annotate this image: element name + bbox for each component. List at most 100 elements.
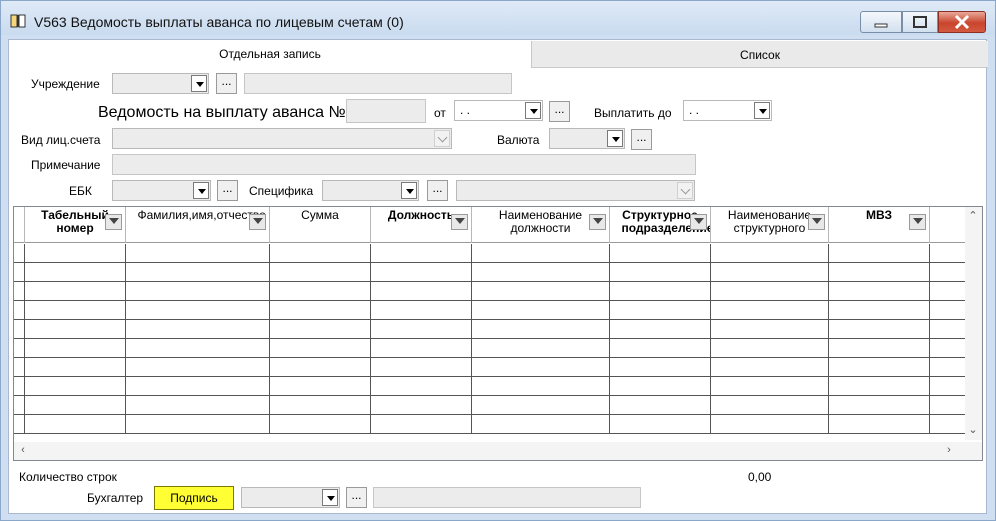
column-header[interactable]: Должность [371, 207, 472, 243]
table-cell[interactable] [270, 339, 371, 358]
table-cell[interactable] [829, 415, 930, 434]
from-date-combo[interactable]: . . [454, 100, 543, 121]
table-row[interactable] [14, 339, 966, 358]
table-cell[interactable] [711, 301, 829, 320]
row-selector[interactable] [14, 339, 25, 358]
table-row[interactable] [14, 320, 966, 339]
table-cell[interactable] [472, 282, 610, 301]
table-cell[interactable] [610, 282, 711, 301]
table-cell[interactable] [472, 415, 610, 434]
row-selector[interactable] [14, 320, 25, 339]
table-cell[interactable] [270, 358, 371, 377]
scroll-up-icon[interactable]: ⌃ [968, 211, 978, 222]
table-cell[interactable] [126, 339, 270, 358]
table-cell[interactable] [711, 415, 829, 434]
table-cell[interactable] [829, 377, 930, 396]
table-cell[interactable] [126, 320, 270, 339]
records-grid[interactable]: Табельный номер Фамилия,имя,отчество Сумма… [13, 206, 983, 461]
table-cell[interactable] [610, 377, 711, 396]
chevron-down-icon[interactable] [677, 182, 693, 199]
table-row[interactable] [14, 263, 966, 282]
ebk-combo[interactable] [112, 180, 211, 201]
table-cell[interactable] [472, 396, 610, 415]
table-cell[interactable] [270, 320, 371, 339]
row-selector[interactable] [14, 358, 25, 377]
table-cell[interactable] [371, 415, 472, 434]
note-field[interactable] [112, 154, 696, 175]
row-selector[interactable] [14, 415, 25, 434]
horizontal-scrollbar[interactable]: ‹ › [14, 442, 982, 460]
table-cell[interactable] [829, 244, 930, 263]
table-cell[interactable] [25, 282, 126, 301]
table-cell[interactable] [25, 396, 126, 415]
table-cell[interactable] [371, 377, 472, 396]
table-cell[interactable] [270, 396, 371, 415]
table-cell[interactable] [126, 244, 270, 263]
chevron-down-icon[interactable] [434, 130, 450, 147]
table-cell[interactable] [25, 415, 126, 434]
row-selector[interactable] [14, 244, 25, 263]
maximize-button[interactable] [902, 11, 938, 33]
table-cell[interactable] [711, 358, 829, 377]
currency-ellipsis-button[interactable]: ... [631, 129, 652, 150]
table-row[interactable] [14, 396, 966, 415]
spec-name-combo[interactable] [456, 180, 695, 201]
row-selector[interactable] [14, 377, 25, 396]
accountant-combo[interactable] [241, 487, 340, 508]
table-cell[interactable] [829, 339, 930, 358]
table-cell[interactable] [25, 244, 126, 263]
table-cell[interactable] [270, 415, 371, 434]
ebk-ellipsis-button[interactable]: ... [217, 180, 238, 201]
account-type-combo[interactable] [112, 128, 452, 149]
table-cell[interactable] [472, 339, 610, 358]
table-cell[interactable] [610, 301, 711, 320]
table-cell[interactable] [610, 244, 711, 263]
table-cell[interactable] [610, 339, 711, 358]
pay-until-date-combo[interactable]: . . [683, 100, 772, 121]
column-header[interactable]: Фамилия,имя,отчество [126, 207, 270, 243]
table-cell[interactable] [472, 263, 610, 282]
table-cell[interactable] [711, 377, 829, 396]
table-cell[interactable] [711, 320, 829, 339]
chevron-down-icon[interactable] [401, 182, 417, 199]
table-cell[interactable] [126, 263, 270, 282]
table-cell[interactable] [270, 301, 371, 320]
sign-button[interactable]: Подпись [154, 486, 234, 510]
institution-ellipsis-button[interactable]: ... [216, 73, 237, 94]
table-cell[interactable] [829, 358, 930, 377]
table-cell[interactable] [126, 415, 270, 434]
chevron-down-icon[interactable] [322, 489, 338, 506]
table-cell[interactable] [472, 358, 610, 377]
tab-list[interactable]: Список [531, 41, 988, 68]
table-cell[interactable] [371, 244, 472, 263]
chevron-down-icon[interactable] [191, 75, 207, 92]
chevron-down-icon[interactable] [525, 102, 541, 119]
table-row[interactable] [14, 377, 966, 396]
table-cell[interactable] [270, 244, 371, 263]
table-cell[interactable] [371, 263, 472, 282]
filter-icon[interactable] [808, 214, 825, 230]
table-cell[interactable] [711, 282, 829, 301]
scroll-left-icon[interactable]: ‹ [18, 445, 28, 456]
table-cell[interactable] [25, 358, 126, 377]
filter-icon[interactable] [589, 214, 606, 230]
filter-icon[interactable] [909, 214, 926, 230]
table-cell[interactable] [25, 377, 126, 396]
table-cell[interactable] [472, 377, 610, 396]
table-row[interactable] [14, 415, 966, 434]
institution-combo[interactable] [112, 73, 209, 94]
accountant-ellipsis-button[interactable]: ... [346, 487, 367, 508]
table-cell[interactable] [711, 339, 829, 358]
table-cell[interactable] [610, 415, 711, 434]
minimize-button[interactable] [860, 11, 902, 33]
column-header[interactable]: Сумма [270, 207, 371, 243]
table-cell[interactable] [829, 301, 930, 320]
row-selector[interactable] [14, 263, 25, 282]
table-cell[interactable] [472, 301, 610, 320]
tab-single-record[interactable]: Отдельная запись [9, 40, 531, 68]
table-cell[interactable] [371, 396, 472, 415]
table-cell[interactable] [270, 377, 371, 396]
table-cell[interactable] [829, 396, 930, 415]
table-cell[interactable] [610, 320, 711, 339]
spec-ellipsis-button[interactable]: ... [427, 180, 448, 201]
